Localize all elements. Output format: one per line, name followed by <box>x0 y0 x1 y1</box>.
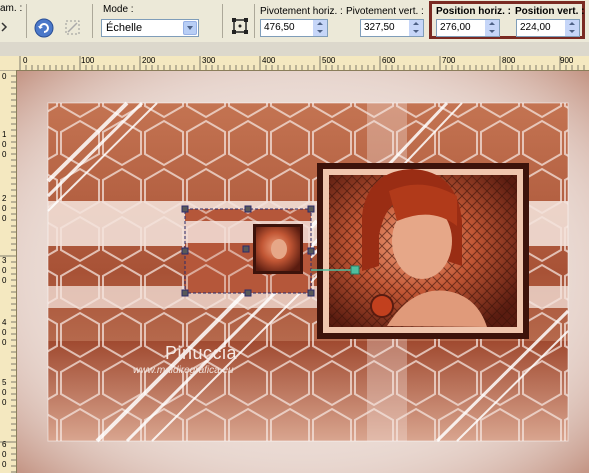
vertical-ruler[interactable]: 0 100 200 300 400 500 600 <box>0 70 17 473</box>
horizontal-ruler[interactable]: 0 100 200 300 400 500 600 700 800 900 <box>0 56 589 71</box>
pos-v-field[interactable]: 224,00 <box>516 19 580 37</box>
reset-button[interactable] <box>33 17 55 39</box>
v-ruler-label: 200 <box>2 194 7 223</box>
pos-h-label: Position horiz. : <box>436 6 511 17</box>
watermark-name: Pinuccia <box>165 343 238 363</box>
h-ruler-label: 300 <box>202 56 216 65</box>
pos-h-value: 276,00 <box>440 22 471 33</box>
h-ruler-label: 100 <box>81 56 95 65</box>
pos-v-value: 224,00 <box>520 22 551 33</box>
h-ruler-label: 200 <box>142 56 156 65</box>
h-ruler-label: 500 <box>322 56 336 65</box>
image-canvas[interactable]: Pinuccia www.maidiregrafica.eu <box>17 71 589 473</box>
reset-icon <box>34 18 54 38</box>
mode-label: Mode : <box>103 4 134 15</box>
v-ruler-label: 500 <box>2 378 7 407</box>
separator <box>254 4 255 38</box>
pivot-h-field[interactable]: 476,50 <box>260 19 328 37</box>
toolbar: am. : Mode : Échelle Pivotement horiz. : <box>0 0 589 43</box>
separator <box>92 4 93 38</box>
v-ruler-label: 300 <box>2 256 7 285</box>
artwork <box>17 71 589 473</box>
spin-arrows-icon[interactable] <box>565 20 579 36</box>
partial-icon[interactable] <box>0 20 14 34</box>
pivot-button[interactable] <box>231 17 249 35</box>
pivot-v-value: 327,50 <box>364 22 395 33</box>
h-ruler-label: 900 <box>560 56 574 65</box>
v-ruler-label: 600 <box>2 440 7 469</box>
h-ruler-label: 700 <box>442 56 456 65</box>
chevron-down-icon[interactable] <box>183 21 197 35</box>
pivot-h-label: Pivotement horiz. : <box>260 6 343 17</box>
h-ruler-label: 600 <box>382 56 396 65</box>
separator <box>26 4 27 38</box>
pivot-h-value: 476,50 <box>264 22 295 33</box>
pivot-v-field[interactable]: 327,50 <box>360 19 424 37</box>
h-ruler-label: 0 <box>23 56 28 65</box>
v-ruler-label: 100 <box>2 130 7 159</box>
watermark-url: www.maidiregrafica.eu <box>133 365 234 376</box>
pivot-v-label: Pivotement vert. : <box>346 6 424 17</box>
rotation-handle[interactable] <box>350 265 360 275</box>
pos-h-field[interactable]: 276,00 <box>436 19 500 37</box>
mode-select[interactable]: Échelle <box>101 19 199 37</box>
selected-layer[interactable] <box>181 205 315 297</box>
cut-label: am. : <box>0 3 23 14</box>
v-ruler-label: 0 <box>2 72 7 81</box>
spin-arrows-icon[interactable] <box>485 20 499 36</box>
mode-select-value: Échelle <box>106 22 143 34</box>
spin-arrows-icon[interactable] <box>409 20 423 36</box>
deform-icon <box>65 20 80 35</box>
pivot-icon <box>232 18 248 34</box>
toolbar-band <box>0 42 589 56</box>
apply-button[interactable] <box>62 17 84 39</box>
h-ruler-label: 400 <box>262 56 276 65</box>
h-ruler-label: 800 <box>502 56 516 65</box>
v-ruler-label: 400 <box>2 318 7 347</box>
pos-v-label: Position vert. : <box>515 6 585 17</box>
spin-arrows-icon[interactable] <box>313 20 327 36</box>
separator <box>222 4 223 38</box>
